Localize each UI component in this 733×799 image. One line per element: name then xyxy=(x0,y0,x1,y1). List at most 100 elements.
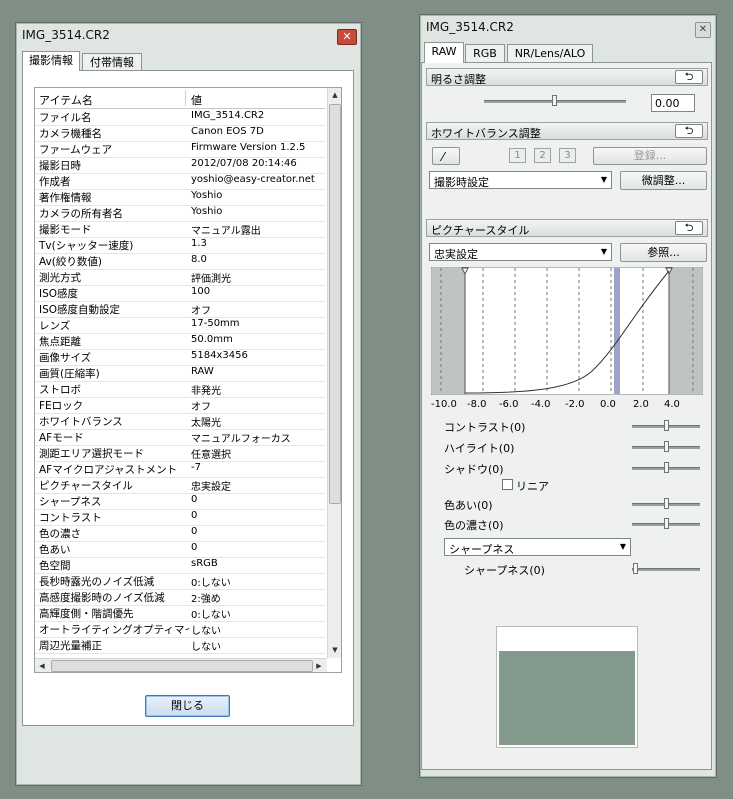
register-button[interactable]: 登録... xyxy=(593,147,707,165)
table-row[interactable]: 高感度撮影時のノイズ低減 2:強め xyxy=(35,589,325,606)
table-row[interactable]: 画質(圧縮率) RAW xyxy=(35,365,325,382)
highlight-label: ハイライト(0) xyxy=(444,442,515,455)
table-row[interactable]: 撮影モード マニュアル露出 xyxy=(35,221,325,238)
table-row[interactable]: 焦点距離 50.0mm xyxy=(35,333,325,350)
item-value: 0 xyxy=(191,510,198,521)
table-row[interactable]: シャープネス 0 xyxy=(35,493,325,510)
table-row[interactable]: AFマイクロアジャストメント -7 xyxy=(35,461,325,478)
saturation-label: 色の濃さ(0) xyxy=(444,519,504,532)
contrast-label: コントラスト(0) xyxy=(444,421,526,434)
scroll-right-icon[interactable]: ▶ xyxy=(313,660,325,672)
table-row[interactable]: ISO感度自動設定 オフ xyxy=(35,301,325,318)
scroll-thumb[interactable] xyxy=(329,104,341,504)
tab-rgb[interactable]: RGB xyxy=(465,44,505,62)
axis-tick-label: 4.0 xyxy=(664,399,680,410)
table-row[interactable]: ファイル名 IMG_3514.CR2 xyxy=(35,109,325,126)
tone-curve-graph[interactable] xyxy=(430,266,704,396)
hue-label: 色あい(0) xyxy=(444,499,493,512)
navigator-preview[interactable] xyxy=(496,626,638,748)
table-row[interactable]: レンズ 17-50mm xyxy=(35,317,325,334)
table-row[interactable]: Av(絞り数値) 8.0 xyxy=(35,253,325,270)
chevron-down-icon: ▼ xyxy=(619,542,626,551)
column-header-item[interactable]: アイテム名 xyxy=(39,92,93,108)
table-row[interactable]: 作成者 yoshio@easy-creator.net xyxy=(35,173,325,190)
table-row[interactable]: ファームウェア Firmware Version 1.2.5 xyxy=(35,141,325,158)
browse-label: 参照... xyxy=(647,246,680,259)
table-row[interactable]: 長秒時露光のノイズ低減 0:しない xyxy=(35,573,325,590)
item-value: 2:強め xyxy=(191,594,221,605)
table-row[interactable]: ストロボ 非発光 xyxy=(35,381,325,398)
table-row[interactable]: FEロック オフ xyxy=(35,397,325,414)
table-row[interactable]: ホワイトバランス 太陽光 xyxy=(35,413,325,430)
h-scroll-thumb[interactable] xyxy=(51,660,313,672)
scroll-up-icon[interactable]: ▲ xyxy=(329,89,341,101)
reset-icon[interactable]: ⮌ xyxy=(675,124,703,138)
item-value: 忠実設定 xyxy=(191,482,231,493)
tab-raw[interactable]: RAW xyxy=(424,42,464,63)
wb-slot-2[interactable]: 2 xyxy=(534,148,551,163)
scroll-down-icon[interactable]: ▼ xyxy=(329,644,341,656)
saturation-slider-thumb[interactable] xyxy=(664,518,669,529)
browse-button[interactable]: 参照... xyxy=(620,243,707,262)
table-row[interactable]: Tv(シャッター速度) 1.3 xyxy=(35,237,325,254)
highlight-clip-zone xyxy=(669,268,702,394)
chevron-down-icon: ▼ xyxy=(600,175,607,184)
item-value: オフ xyxy=(191,402,211,413)
table-row[interactable]: 高輝度側・階調優先 0:しない xyxy=(35,605,325,622)
reset-icon[interactable]: ⮌ xyxy=(675,70,703,84)
picture-style-select[interactable]: 忠実設定 ▼ xyxy=(429,243,612,261)
contrast-slider-thumb[interactable] xyxy=(664,420,669,431)
eyedropper-button[interactable]: ⁄ xyxy=(432,147,460,165)
shadow-clip-zone xyxy=(432,268,465,394)
sharpness-mode-select[interactable]: シャープネス ▼ xyxy=(444,538,631,556)
table-row[interactable]: 著作権情報 Yoshio xyxy=(35,189,325,206)
tab-shooting-info[interactable]: 撮影情報 xyxy=(22,51,80,71)
fine-tune-button[interactable]: 微調整... xyxy=(620,171,707,190)
sharpness-slider-thumb[interactable] xyxy=(633,563,638,574)
table-row[interactable]: コントラスト 0 xyxy=(35,509,325,526)
table-row[interactable]: カメラの所有者名 Yoshio xyxy=(35,205,325,222)
table-row[interactable]: AFモード マニュアルフォーカス xyxy=(35,429,325,446)
vertical-scrollbar[interactable]: ▲ ▼ xyxy=(327,88,341,658)
scroll-left-icon[interactable]: ◀ xyxy=(36,660,48,672)
axis-tick-label: -6.0 xyxy=(499,399,519,410)
item-name: 色の濃さ xyxy=(39,528,81,540)
tab-additional-info[interactable]: 付帯情報 xyxy=(82,53,142,70)
table-row[interactable]: カメラ機種名 Canon EOS 7D xyxy=(35,125,325,142)
sharpness-label: シャープネス(0) xyxy=(464,564,545,577)
table-row[interactable]: ISO感度 100 xyxy=(35,285,325,302)
shadow-slider-thumb[interactable] xyxy=(664,462,669,473)
tab-label: RAW xyxy=(431,45,457,58)
hue-slider-thumb[interactable] xyxy=(664,498,669,509)
brightness-slider-thumb[interactable] xyxy=(552,95,557,106)
table-row[interactable]: 色あい 0 xyxy=(35,541,325,558)
table-row[interactable]: 周辺光量補正 しない xyxy=(35,637,325,654)
horizontal-scrollbar[interactable]: ◀ ▶ xyxy=(35,658,327,672)
table-row[interactable]: 画像サイズ 5184x3456 xyxy=(35,349,325,366)
wb-preset-select[interactable]: 撮影時設定 ▼ xyxy=(429,171,612,189)
item-value: Yoshio xyxy=(191,206,223,217)
brightness-value-input[interactable]: 0.00 xyxy=(651,94,695,112)
table-row[interactable]: 測光方式 評価測光 xyxy=(35,269,325,286)
tool-close-icon[interactable]: ✕ xyxy=(695,22,711,38)
item-value: yoshio@easy-creator.net xyxy=(191,174,315,185)
table-row[interactable]: オートライティングオプティマイザ しない xyxy=(35,621,325,638)
wb-slot-3[interactable]: 3 xyxy=(559,148,576,163)
sharpness-slider-track[interactable] xyxy=(632,568,700,571)
close-icon[interactable]: ✕ xyxy=(337,29,357,45)
table-row[interactable]: 色空間 sRGB xyxy=(35,557,325,574)
linear-checkbox[interactable] xyxy=(502,479,513,490)
tab-nr-lens-alo[interactable]: NR/Lens/ALO xyxy=(507,44,593,62)
highlight-slider-thumb[interactable] xyxy=(664,441,669,452)
table-row[interactable]: 測距エリア選択モード 任意選択 xyxy=(35,445,325,462)
item-name: カメラ機種名 xyxy=(39,128,102,140)
table-row[interactable]: 色の濃さ 0 xyxy=(35,525,325,542)
reset-icon[interactable]: ⮌ xyxy=(675,221,703,235)
table-row[interactable]: 撮影日時 2012/07/08 20:14:46 xyxy=(35,157,325,174)
table-row[interactable]: ピクチャースタイル 忠実設定 xyxy=(35,477,325,494)
column-header-value[interactable]: 値 xyxy=(191,92,202,108)
column-divider[interactable] xyxy=(185,90,186,106)
close-button[interactable]: 閉じる xyxy=(145,695,230,717)
wb-slot-1[interactable]: 1 xyxy=(509,148,526,163)
section-title: ピクチャースタイル xyxy=(431,224,530,237)
